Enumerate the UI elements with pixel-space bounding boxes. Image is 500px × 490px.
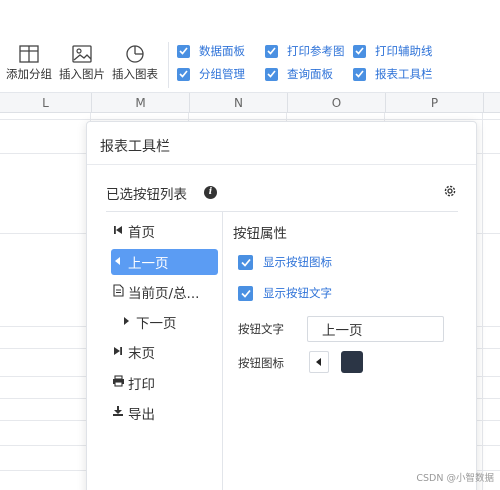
checkbox-checked-icon (265, 67, 278, 81)
show-icon-label: 显示按钮图标 (263, 255, 332, 269)
button-icon-label: 按钮图标 (238, 356, 284, 370)
print-reference-label: 打印参考图 (287, 44, 345, 58)
checkbox-checked-icon (353, 67, 366, 81)
column-divider (222, 212, 223, 490)
first-page-icon (111, 223, 125, 239)
panel-divider (87, 164, 476, 165)
list-item-label: 打印 (128, 377, 155, 393)
list-item-next-page[interactable]: 下一页 (111, 309, 218, 335)
insert-chart-icon (126, 45, 144, 63)
print-guides-checkbox[interactable]: 打印辅助线 (353, 43, 433, 59)
checkbox-checked-icon (177, 67, 190, 81)
icon-picker[interactable] (309, 351, 329, 373)
column-header: L M N O P (0, 93, 500, 113)
insert-image-icon (72, 45, 92, 63)
icon-color-swatch[interactable] (341, 351, 363, 373)
list-item-label: 上一页 (128, 256, 169, 272)
data-panel-label: 数据面板 (199, 44, 245, 58)
selected-buttons-label: 已选按钮列表 (106, 187, 187, 203)
column-header-m[interactable]: M (91, 93, 189, 113)
add-group-button[interactable]: 添加分组 (3, 44, 55, 82)
column-header-p[interactable]: P (385, 93, 483, 113)
list-item-prev-page[interactable]: 上一页 (111, 249, 218, 275)
print-reference-checkbox[interactable]: 打印参考图 (265, 43, 345, 59)
button-properties-title: 按钮属性 (233, 226, 287, 242)
export-icon (111, 405, 125, 421)
report-toolbar-panel: 报表工具栏 已选按钮列表 i 首页 上一页 当前页/总... 下一页 末页 打印… (86, 121, 477, 490)
add-group-icon (19, 45, 39, 63)
list-item-print[interactable]: 打印 (111, 370, 218, 396)
insert-chart-button[interactable]: 插入图表 (109, 44, 161, 82)
add-group-label: 添加分组 (6, 67, 52, 81)
query-panel-label: 查询面板 (287, 67, 333, 81)
list-item-label: 导出 (128, 407, 155, 423)
checkbox-checked-icon (353, 44, 366, 58)
list-item-last-page[interactable]: 末页 (111, 339, 218, 365)
checkbox-checked-icon (265, 44, 278, 58)
checkbox-checked-icon (238, 285, 253, 301)
insert-image-label: 插入图片 (59, 67, 105, 81)
toolbar-ribbon: 添加分组 插入图片 插入图表 数据面板 打印参考图 打印辅助线 分组管理 查询面… (0, 0, 500, 93)
current-page-icon (111, 283, 125, 301)
list-item-label: 当前页/总... (128, 286, 200, 302)
query-panel-checkbox[interactable]: 查询面板 (265, 66, 333, 82)
show-icon-checkbox[interactable]: 显示按钮图标 (238, 254, 332, 270)
column-header-l[interactable]: L (0, 93, 91, 113)
next-page-icon (119, 314, 133, 330)
report-toolbar-checkbox[interactable]: 报表工具栏 (353, 66, 433, 82)
prev-page-icon (111, 254, 125, 270)
list-item-current-page[interactable]: 当前页/总... (111, 279, 218, 305)
data-panel-checkbox[interactable]: 数据面板 (177, 43, 245, 59)
button-text-label: 按钮文字 (238, 322, 284, 336)
watermark: CSDN @小智数据 (416, 473, 494, 484)
show-text-label: 显示按钮文字 (263, 286, 332, 300)
insert-image-button[interactable]: 插入图片 (56, 44, 108, 82)
list-item-label: 下一页 (136, 316, 177, 332)
column-header-next[interactable] (483, 93, 500, 113)
grid-row-line (0, 119, 500, 120)
group-manage-checkbox[interactable]: 分组管理 (177, 66, 245, 82)
ribbon-divider (168, 42, 169, 88)
group-manage-label: 分组管理 (199, 67, 245, 81)
gear-icon[interactable] (443, 184, 457, 198)
button-text-input[interactable] (307, 316, 444, 342)
column-header-n[interactable]: N (189, 93, 287, 113)
print-icon (111, 375, 125, 391)
prev-page-icon (316, 358, 321, 366)
column-header-o[interactable]: O (287, 93, 385, 113)
list-divider (106, 211, 458, 212)
checkbox-checked-icon (238, 254, 253, 270)
grid-column-line (482, 113, 483, 490)
list-item-label: 首页 (128, 225, 155, 241)
last-page-icon (111, 344, 125, 360)
insert-chart-label: 插入图表 (112, 67, 158, 81)
list-item-label: 末页 (128, 346, 155, 362)
info-icon[interactable]: i (204, 186, 217, 199)
panel-title: 报表工具栏 (100, 139, 170, 155)
report-toolbar-label: 报表工具栏 (375, 67, 433, 81)
show-text-checkbox[interactable]: 显示按钮文字 (238, 285, 332, 301)
print-guides-label: 打印辅助线 (375, 44, 433, 58)
checkbox-checked-icon (177, 44, 190, 58)
list-item-first-page[interactable]: 首页 (111, 218, 218, 244)
list-item-export[interactable]: 导出 (111, 400, 218, 426)
